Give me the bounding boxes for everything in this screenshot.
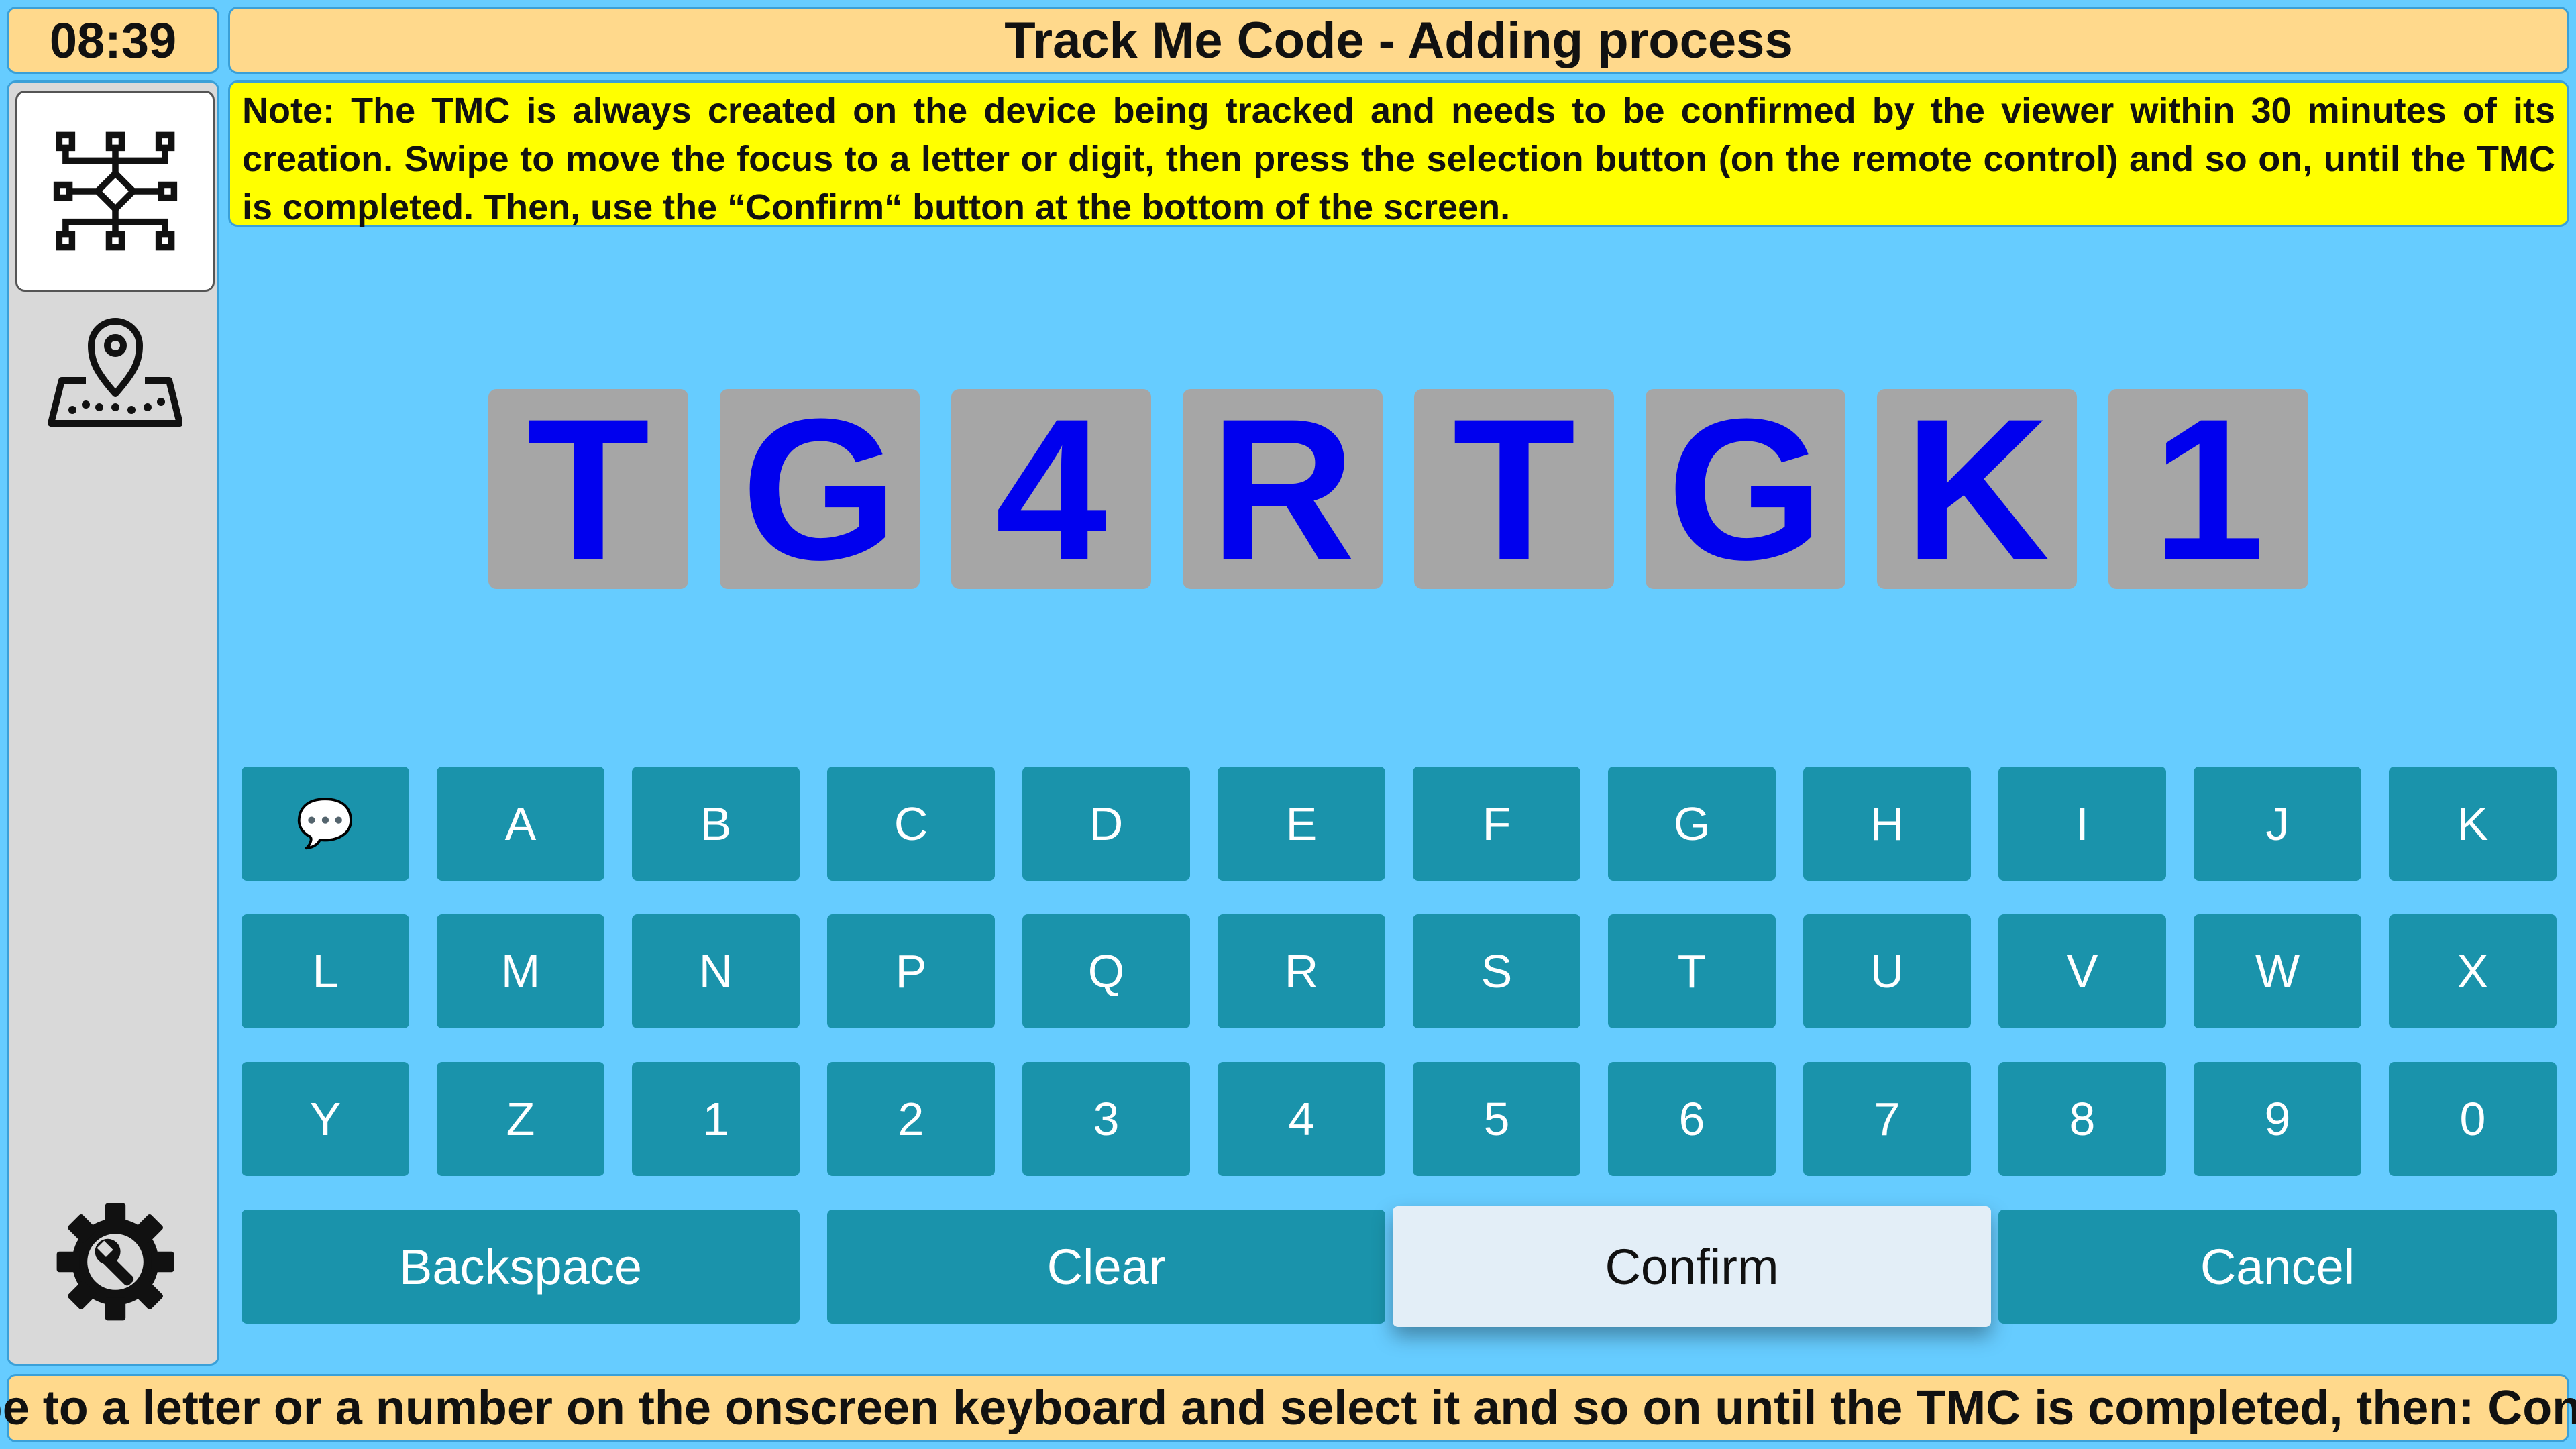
key-s[interactable]: S bbox=[1413, 914, 1580, 1028]
key-c[interactable]: C bbox=[827, 767, 995, 881]
code-char: K bbox=[1877, 388, 2077, 590]
code-char: G bbox=[720, 388, 920, 590]
key-p[interactable]: P bbox=[827, 914, 995, 1028]
key-l[interactable]: L bbox=[241, 914, 409, 1028]
key-e[interactable]: E bbox=[1218, 767, 1385, 881]
sidebar bbox=[7, 80, 219, 1366]
page-title: Track Me Code - Adding process bbox=[228, 7, 2569, 74]
code-char: T bbox=[488, 388, 688, 590]
network-diagram-icon bbox=[53, 131, 177, 251]
key-v[interactable]: V bbox=[1998, 914, 2166, 1028]
key-7[interactable]: 7 bbox=[1803, 1062, 1971, 1176]
clear-button[interactable]: Clear bbox=[827, 1210, 1385, 1324]
tmc-code-display: T G 4 R T G K 1 bbox=[488, 388, 2310, 590]
key-n[interactable]: N bbox=[632, 914, 800, 1028]
key-0[interactable]: 0 bbox=[2389, 1062, 2557, 1176]
sidebar-item-tmc[interactable] bbox=[15, 91, 215, 292]
key-9[interactable]: 9 bbox=[2194, 1062, 2361, 1176]
key-speech-bubble-icon[interactable]: 💬 bbox=[241, 767, 409, 881]
sidebar-item-settings[interactable] bbox=[15, 1161, 215, 1362]
key-r[interactable]: R bbox=[1218, 914, 1385, 1028]
key-8[interactable]: 8 bbox=[1998, 1062, 2166, 1176]
confirm-button[interactable]: Confirm bbox=[1393, 1206, 1991, 1327]
key-f[interactable]: F bbox=[1413, 767, 1580, 881]
key-x[interactable]: X bbox=[2389, 914, 2557, 1028]
code-char: R bbox=[1183, 388, 1383, 590]
key-g[interactable]: G bbox=[1608, 767, 1776, 881]
key-y[interactable]: Y bbox=[241, 1062, 409, 1176]
code-char: 4 bbox=[951, 388, 1151, 590]
code-char: 1 bbox=[2108, 388, 2308, 590]
key-2[interactable]: 2 bbox=[827, 1062, 995, 1176]
map-pin-icon bbox=[48, 318, 182, 427]
key-w[interactable]: W bbox=[2194, 914, 2361, 1028]
cancel-button[interactable]: Cancel bbox=[1998, 1210, 2557, 1324]
sidebar-item-map[interactable] bbox=[15, 270, 215, 472]
code-char: T bbox=[1414, 388, 1614, 590]
key-6[interactable]: 6 bbox=[1608, 1062, 1776, 1176]
key-m[interactable]: M bbox=[437, 914, 604, 1028]
settings-wrench-gear-icon bbox=[56, 1203, 174, 1321]
backspace-button[interactable]: Backspace bbox=[241, 1210, 800, 1324]
key-1[interactable]: 1 bbox=[632, 1062, 800, 1176]
key-h[interactable]: H bbox=[1803, 767, 1971, 881]
key-t[interactable]: T bbox=[1608, 914, 1776, 1028]
key-d[interactable]: D bbox=[1022, 767, 1190, 881]
instruction-note: Note: The TMC is always created on the d… bbox=[228, 80, 2569, 227]
key-q[interactable]: Q bbox=[1022, 914, 1190, 1028]
footer-hint: Swipe to a letter or a number on the ons… bbox=[0, 1374, 2576, 1442]
key-4[interactable]: 4 bbox=[1218, 1062, 1385, 1176]
key-a[interactable]: A bbox=[437, 767, 604, 881]
key-j[interactable]: J bbox=[2194, 767, 2361, 881]
key-b[interactable]: B bbox=[632, 767, 800, 881]
key-z[interactable]: Z bbox=[437, 1062, 604, 1176]
key-u[interactable]: U bbox=[1803, 914, 1971, 1028]
key-i[interactable]: I bbox=[1998, 767, 2166, 881]
key-k[interactable]: K bbox=[2389, 767, 2557, 881]
clock: 08:39 bbox=[7, 7, 219, 74]
key-3[interactable]: 3 bbox=[1022, 1062, 1190, 1176]
code-char: G bbox=[1646, 388, 1845, 590]
key-5[interactable]: 5 bbox=[1413, 1062, 1580, 1176]
